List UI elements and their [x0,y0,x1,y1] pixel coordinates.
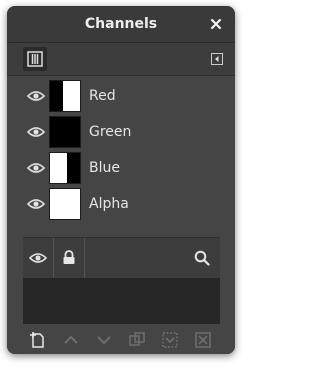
channel-label: Alpha [89,196,129,212]
chevron-down-icon[interactable] [95,331,113,349]
channel-thumbnail [49,188,81,220]
channel-row-green[interactable]: Green [23,114,220,150]
bottom-toolbar [7,324,235,354]
channel-thumbnail [49,80,81,112]
delete-icon[interactable] [194,331,212,349]
eye-icon[interactable] [27,89,45,103]
eye-icon[interactable] [27,161,45,175]
eye-icon[interactable] [27,125,45,139]
channel-list-empty-area [23,278,220,324]
eye-icon [29,253,47,263]
channel-label: Red [89,88,116,104]
channel-label: Blue [89,160,120,176]
new-channel-icon[interactable] [29,331,47,349]
channels-dialog: Channels Red Green Blue Alpha [7,6,235,354]
tab-channels[interactable] [23,47,47,71]
lock-pixels-toggle[interactable] [54,238,85,278]
channels-tab-icon [27,51,43,67]
duplicate-icon[interactable] [128,331,146,349]
channel-to-selection-icon[interactable] [161,331,179,349]
title-bar: Channels [7,6,235,43]
channel-list: Red Green Blue Alpha [23,76,220,237]
close-icon[interactable] [207,15,225,33]
channel-row-alpha[interactable]: Alpha [23,186,220,222]
lock-icon [63,250,75,264]
lock-bar [23,237,220,279]
search-icon[interactable] [194,250,210,266]
tab-menu-icon[interactable] [211,53,223,65]
lock-visibility-toggle[interactable] [23,238,54,278]
dialog-title: Channels [84,16,158,32]
channel-row-red[interactable]: Red [23,78,220,114]
eye-icon[interactable] [27,197,45,211]
channel-thumbnail [49,116,81,148]
chevron-up-icon[interactable] [62,331,80,349]
channel-row-blue[interactable]: Blue [23,150,220,186]
channel-label: Green [89,124,132,140]
channel-thumbnail [49,152,81,184]
tab-bar [7,43,235,76]
